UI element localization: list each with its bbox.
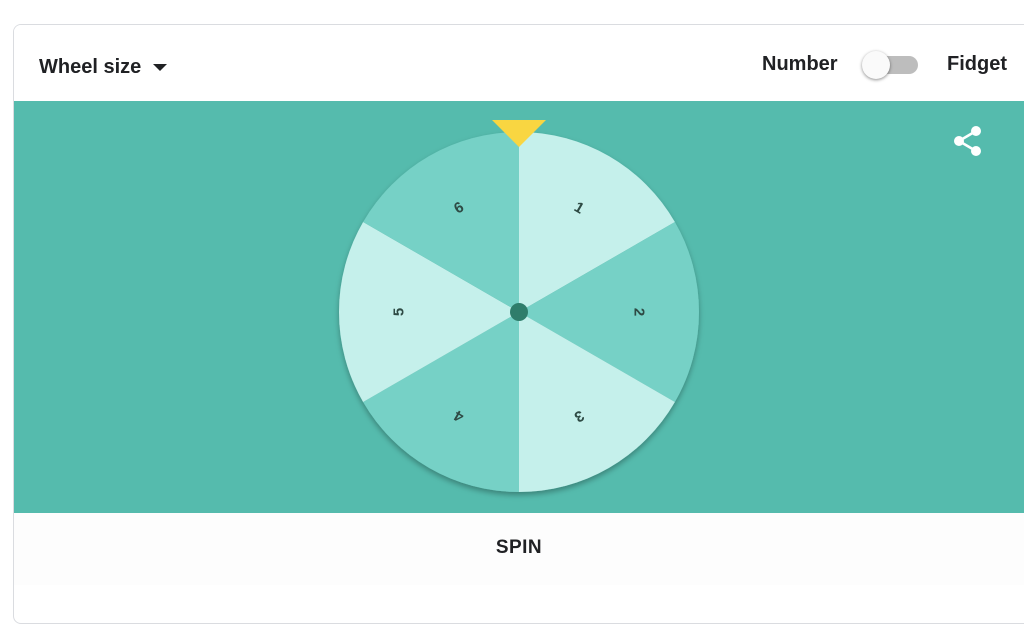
toolbar: Wheel size Number Fidget <box>14 25 1024 101</box>
mode-number-label: Number <box>762 53 838 75</box>
toggle-knob[interactable] <box>862 51 890 79</box>
chevron-down-icon <box>153 63 168 71</box>
spinner-wheel[interactable]: 123456 <box>14 101 1024 513</box>
spinner-card: Wheel size Number Fidget 123456 SPIN <box>13 24 1024 624</box>
spin-button[interactable]: SPIN <box>444 523 594 573</box>
mode-fidget-label: Fidget <box>947 53 1007 75</box>
wheel-size-dropdown[interactable]: Wheel size <box>39 53 168 81</box>
spin-bar: SPIN <box>14 513 1024 585</box>
share-icon[interactable] <box>950 123 986 159</box>
wheel-segment-label: 5 <box>391 308 408 316</box>
wheel-hub <box>510 303 528 321</box>
wheel-size-label: Wheel size <box>39 55 142 78</box>
wheel-segment-label: 2 <box>631 308 648 316</box>
mode-toggle[interactable] <box>862 51 920 79</box>
wheel-stage: 123456 <box>14 101 1024 513</box>
